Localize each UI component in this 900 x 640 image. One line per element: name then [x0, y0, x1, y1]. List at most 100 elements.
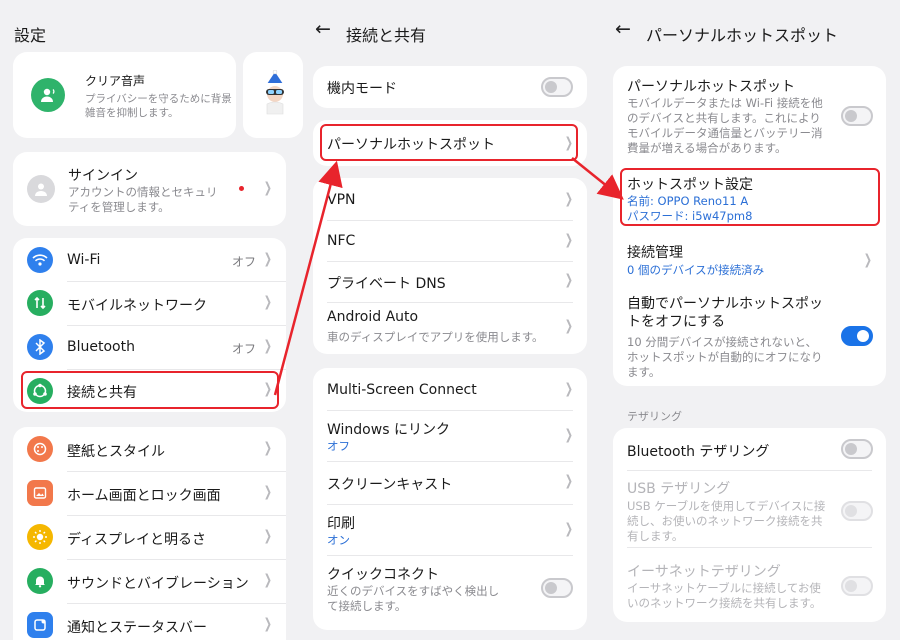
- sun-icon: [27, 524, 53, 550]
- bell-icon: [27, 568, 53, 594]
- hotspot-toggle[interactable]: [841, 106, 873, 126]
- tethering-section-label: テザリング: [627, 410, 682, 423]
- usb-tether-label: USB テザリング: [627, 481, 731, 497]
- tethering-card: Bluetooth テザリング USB テザリング USB ケーブルを使用してデ…: [613, 428, 886, 622]
- chevron-right-icon: ❯: [264, 294, 273, 310]
- sound-vibration-label: サウンドとバイブレーション: [67, 576, 249, 592]
- bt-tether-toggle[interactable]: [841, 439, 873, 459]
- windows-link-item[interactable]: Windows にリンク オフ ❯: [313, 411, 587, 461]
- mobile-network-item[interactable]: モバイルネットワーク ❯: [13, 282, 286, 325]
- android-auto-item[interactable]: Android Auto 車のディスプレイでアプリを使用します。 ❯: [313, 303, 587, 354]
- home-lock-label: ホーム画面とロック画面: [67, 488, 221, 504]
- wifi-icon: [27, 247, 53, 273]
- wifi-label: Wi-Fi: [67, 252, 101, 268]
- hotspot-panel: ← パーソナルホットスポット パーソナルホットスポット モバイルデータまたは W…: [600, 0, 900, 640]
- signin-card[interactable]: サインイン アカウントの情報とセキュリティを管理します。 ❯: [13, 152, 286, 226]
- banner-desc: プライバシーを守るために背景雑音を抑制します。: [85, 93, 232, 119]
- auto-off-title: 自動でパーソナルホットスポットをオフにする: [627, 296, 823, 330]
- airplane-mode-toggle[interactable]: [541, 77, 573, 97]
- chevron-right-icon: ❯: [264, 616, 273, 632]
- image-icon: [27, 480, 53, 506]
- home-lock-item[interactable]: ホーム画面とロック画面 ❯: [13, 472, 286, 515]
- notification-statusbar-label: 通知とステータスバー: [67, 620, 207, 636]
- bluetooth-label: Bluetooth: [67, 339, 135, 355]
- banner-title: クリア音声: [85, 74, 146, 88]
- bluetooth-icon: [27, 334, 53, 360]
- wallpaper-label: 壁紙とスタイル: [67, 444, 165, 460]
- page-title: パーソナルホットスポット: [646, 26, 839, 45]
- wifi-item[interactable]: Wi-Fi オフ ❯: [13, 238, 286, 281]
- back-arrow-icon[interactable]: ←: [615, 20, 631, 39]
- android-auto-label: Android Auto: [327, 309, 419, 325]
- chevron-right-icon: ❯: [264, 528, 273, 544]
- chevron-right-icon: ❯: [264, 440, 273, 456]
- hotspot-toggle-item[interactable]: パーソナルホットスポット モバイルデータまたは Wi-Fi 接続を他のデバイスと…: [613, 66, 886, 162]
- multi-screen-item[interactable]: Multi-Screen Connect ❯: [313, 368, 587, 410]
- bt-tether-item[interactable]: Bluetooth テザリング: [613, 428, 886, 470]
- account-icon: [27, 175, 55, 203]
- quick-connect-desc: 近くのデバイスをすばやく検出して接続します。: [327, 584, 500, 613]
- nfc-item[interactable]: NFC ❯: [313, 221, 587, 261]
- chevron-right-icon: ❯: [264, 180, 273, 196]
- quick-connect-label: クイックコネクト: [327, 567, 439, 583]
- chevron-right-icon: ❯: [264, 338, 273, 354]
- chevron-right-icon: ❯: [565, 232, 574, 248]
- airplane-mode-item[interactable]: 機内モード: [313, 66, 587, 108]
- hotspot-title: パーソナルホットスポット: [627, 79, 795, 95]
- chevron-right-icon: ❯: [264, 251, 273, 267]
- chevron-right-icon: ❯: [864, 252, 873, 268]
- bluetooth-item[interactable]: Bluetooth オフ ❯: [13, 326, 286, 369]
- display-brightness-label: ディスプレイと明るさ: [67, 532, 207, 548]
- connection-manage-item[interactable]: 接続管理 0 個のデバイスが接続済み ❯: [613, 236, 886, 284]
- sound-vibration-item[interactable]: サウンドとバイブレーション ❯: [13, 560, 286, 603]
- notification-icon: [27, 612, 53, 638]
- chevron-right-icon: ❯: [565, 272, 574, 288]
- screencast-item[interactable]: スクリーンキャスト ❯: [313, 462, 587, 504]
- print-label: 印刷: [327, 516, 355, 532]
- bt-tether-label: Bluetooth テザリング: [627, 444, 770, 460]
- quick-connect-toggle[interactable]: [541, 578, 573, 598]
- connection-sharing-panel: ← 接続と共有 機内モード パーソナルホットスポット ❯ VPN ❯ NFC ❯…: [300, 0, 600, 640]
- hotspot-desc: モバイルデータまたは Wi-Fi 接続を他のデバイスと共有します。これによりモバ…: [627, 96, 823, 155]
- page-title: 接続と共有: [346, 26, 427, 45]
- private-dns-item[interactable]: プライベート DNS ❯: [313, 262, 587, 302]
- multi-screen-label: Multi-Screen Connect: [327, 382, 477, 398]
- voice-icon: [31, 78, 65, 112]
- highlight-connection-sharing: [21, 371, 279, 409]
- eth-tether-item: イーサネットテザリング イーサネットケーブルに接続してお使いのネットワーク接続を…: [613, 548, 886, 618]
- chevron-right-icon: ❯: [264, 484, 273, 500]
- windows-link-status: オフ: [327, 439, 350, 453]
- chevron-right-icon: ❯: [565, 473, 574, 489]
- banner-card-2[interactable]: [243, 52, 303, 138]
- chevron-right-icon: ❯: [565, 191, 574, 207]
- print-item[interactable]: 印刷 オン ❯: [313, 505, 587, 555]
- back-arrow-icon[interactable]: ←: [315, 20, 331, 39]
- chevron-right-icon: ❯: [565, 521, 574, 537]
- eth-tether-label: イーサネットテザリング: [627, 564, 781, 580]
- wallpaper-item[interactable]: 壁紙とスタイル ❯: [13, 427, 286, 471]
- android-auto-desc: 車のディスプレイでアプリを使用します。: [327, 330, 544, 344]
- notification-statusbar-item[interactable]: 通知とステータスバー ❯: [13, 604, 286, 640]
- clear-voice-banner[interactable]: クリア音声 プライバシーを守るために背景雑音を抑制します。: [13, 52, 236, 138]
- auto-off-item[interactable]: 自動でパーソナルホットスポットをオフにする 10 分間デバイスが接続されないと、…: [613, 290, 886, 386]
- display-card: 壁紙とスタイル ❯ ホーム画面とロック画面 ❯ ディスプレイと明るさ ❯ サウン…: [13, 427, 286, 640]
- notification-dot: [239, 186, 244, 191]
- nfc-label: NFC: [327, 233, 356, 249]
- avatar-illustration-icon: [261, 69, 289, 120]
- windows-link-label: Windows にリンク: [327, 422, 450, 438]
- auto-off-toggle[interactable]: [841, 326, 873, 346]
- quick-connect-item[interactable]: クイックコネクト 近くのデバイスをすばやく検出して接続します。: [313, 556, 587, 616]
- screencast-label: スクリーンキャスト: [327, 477, 453, 493]
- bluetooth-status: オフ: [231, 342, 256, 356]
- mobile-network-label: モバイルネットワーク: [67, 298, 207, 314]
- usb-tether-desc: USB ケーブルを使用してデバイスに接続し、お使いのネットワーク接続を共有します…: [627, 499, 826, 543]
- eth-tether-toggle: [841, 576, 873, 596]
- vpn-item[interactable]: VPN ❯: [313, 178, 587, 220]
- airplane-mode-label: 機内モード: [327, 81, 397, 97]
- connection-manage-title: 接続管理: [627, 245, 683, 261]
- highlight-hotspot: [320, 124, 578, 161]
- settings-panel: 設定 クリア音声 プライバシーを守るために背景雑音を抑制します。 サインイン ア…: [0, 0, 303, 640]
- display-brightness-item[interactable]: ディスプレイと明るさ ❯: [13, 516, 286, 559]
- palette-icon: [27, 436, 53, 462]
- page-title: 設定: [14, 26, 47, 45]
